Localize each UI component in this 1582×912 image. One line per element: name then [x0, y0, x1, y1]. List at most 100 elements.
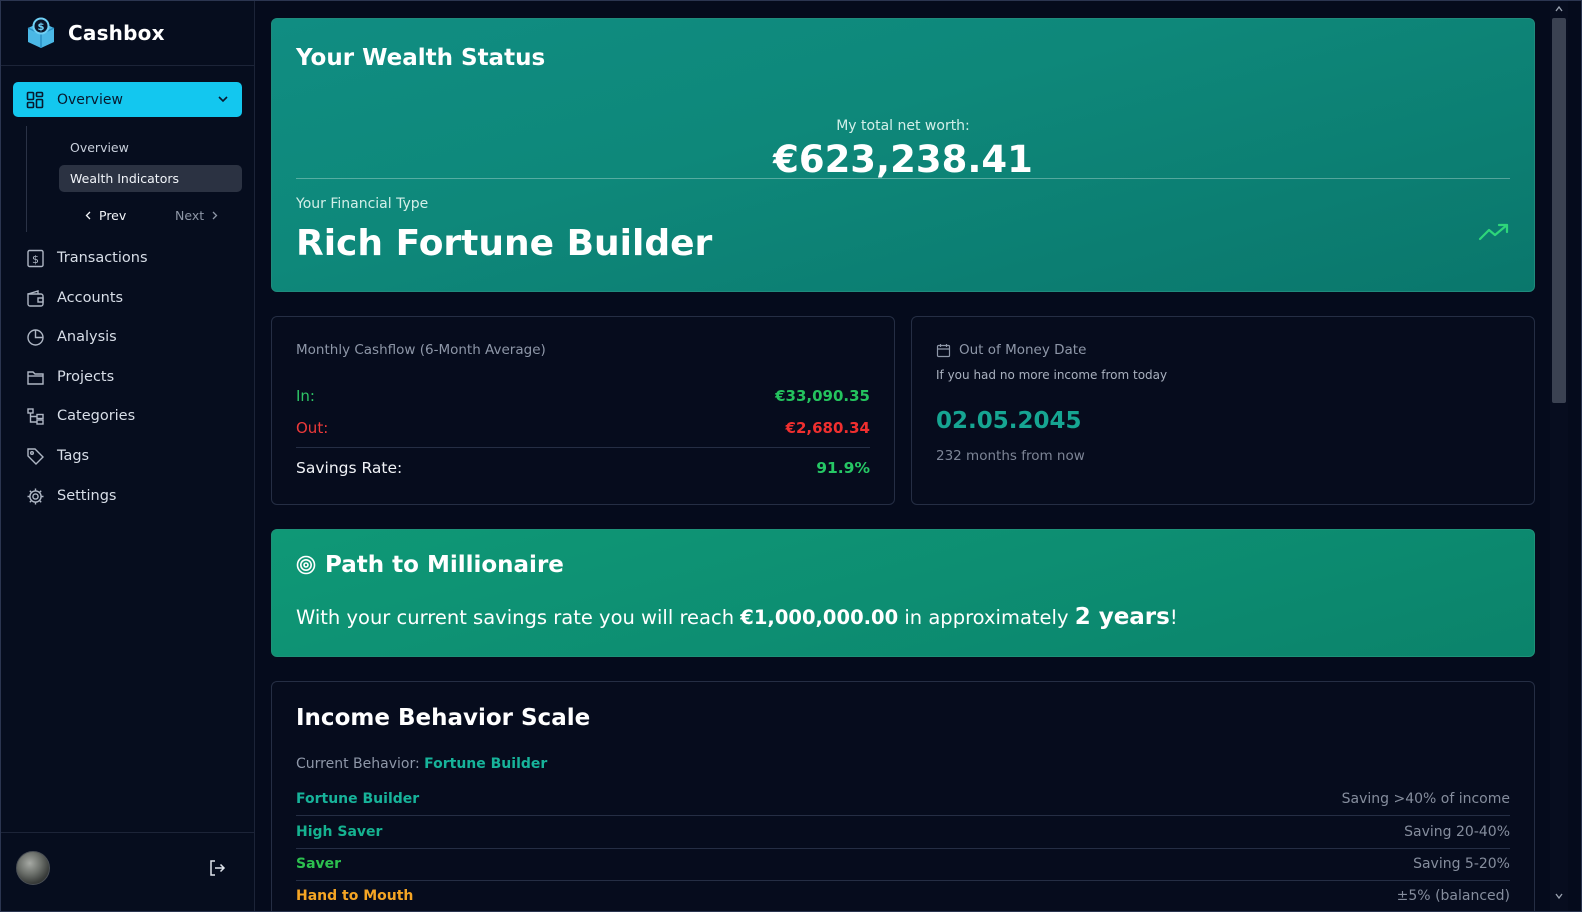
vertical-scrollbar[interactable] [1550, 0, 1568, 912]
scale-row-desc: Saving >40% of income [1341, 791, 1510, 807]
current-behavior: Current Behavior: Fortune Builder [296, 756, 547, 772]
net-worth-value: €623,238.41 [773, 138, 1033, 181]
scale-row-desc: Saving 20-40% [1404, 824, 1510, 840]
nav-item-label: Settings [57, 488, 117, 504]
main-content: Your Wealth Status My total net worth: €… [255, 0, 1550, 912]
subnav-item-overview[interactable]: Overview [59, 134, 242, 161]
dollar-receipt-icon: $ [27, 249, 44, 267]
nav-projects[interactable]: Projects [13, 359, 242, 395]
nav-accounts[interactable]: Accounts [13, 280, 242, 316]
savings-rate-row: Savings Rate: 91.9% [296, 459, 870, 477]
wealth-status-card: Your Wealth Status My total net worth: €… [271, 18, 1535, 292]
cashflow-out-label: Out: [296, 419, 329, 437]
scrollbar-thumb[interactable] [1552, 18, 1566, 403]
scale-row: Fortune Builder Saving >40% of income [296, 783, 1510, 816]
savings-rate-label: Savings Rate: [296, 459, 403, 477]
svg-text:$: $ [38, 22, 45, 33]
nav-analysis[interactable]: Analysis [13, 319, 242, 355]
dashboard-icon [26, 91, 44, 108]
wallet-icon [27, 289, 44, 307]
nav-item-label: Transactions [57, 250, 148, 266]
scale-row-name: High Saver [296, 824, 383, 840]
prev-label: Prev [99, 207, 127, 223]
nav-item-label: Categories [57, 408, 136, 424]
nav-categories[interactable]: Categories [13, 398, 242, 434]
subnav-item-label: Overview [70, 140, 129, 155]
cashflow-out-value: €2,680.34 [785, 419, 870, 437]
scroll-up-icon[interactable] [1554, 4, 1564, 14]
scale-row: Hand to Mouth ±5% (balanced) [296, 880, 1510, 912]
nav-settings[interactable]: Settings [13, 478, 242, 514]
subnav-item-wealth-indicators[interactable]: Wealth Indicators [59, 165, 242, 192]
subnav-item-label: Wealth Indicators [70, 171, 179, 186]
nav-transactions[interactable]: $ Transactions [13, 240, 242, 276]
chevron-right-icon [212, 211, 218, 219]
out-of-money-date: 02.05.2045 [936, 408, 1082, 434]
next-button[interactable]: Next [175, 205, 219, 225]
path-text-after: ! [1169, 606, 1178, 629]
out-of-money-title: Out of Money Date [959, 342, 1087, 358]
nav-overview-label: Overview [57, 91, 123, 108]
nav-item-label: Tags [57, 448, 90, 464]
next-label: Next [175, 207, 205, 223]
monthly-cashflow-card: Monthly Cashflow (6-Month Average) In: €… [271, 316, 895, 505]
brand[interactable]: $ Cashbox [0, 0, 254, 66]
cashflow-out-row: Out: €2,680.34 [296, 419, 870, 437]
path-amount: €1,000,000.00 [740, 606, 899, 629]
financial-type-value: Rich Fortune Builder [296, 223, 713, 264]
nav-item-label: Projects [57, 369, 115, 385]
net-worth-label: My total net worth: [836, 118, 970, 134]
path-text-mid: in approximately [898, 606, 1075, 629]
financial-type-label: Your Financial Type [296, 196, 429, 212]
cashflow-in-row: In: €33,090.35 [296, 387, 870, 405]
current-behavior-value: Fortune Builder [424, 756, 548, 772]
scale-row-name: Hand to Mouth [296, 888, 414, 904]
sidebar: $ Cashbox Overview Overview Wealth Indic… [0, 0, 255, 912]
scale-title: Income Behavior Scale [296, 705, 591, 731]
calendar-icon [936, 343, 951, 357]
svg-text:$: $ [32, 253, 39, 266]
chevron-left-icon [85, 211, 91, 219]
cashflow-in-value: €33,090.35 [775, 387, 870, 405]
divider [296, 447, 870, 448]
path-to-millionaire-card: Path to Millionaire With your current sa… [271, 529, 1535, 657]
out-of-money-subtitle: If you had no more income from today [936, 368, 1168, 382]
gear-icon [27, 488, 44, 504]
cashflow-in-label: In: [296, 387, 315, 405]
folder-icon [27, 370, 44, 385]
out-of-money-card: Out of Money Date If you had no more inc… [911, 316, 1535, 505]
path-years: 2 years [1074, 604, 1170, 630]
nav-item-label: Accounts [57, 290, 124, 306]
pie-chart-icon [27, 328, 44, 346]
path-text-before: With your current savings rate you will … [296, 606, 741, 629]
income-behavior-scale-card: Income Behavior Scale Current Behavior: … [271, 681, 1535, 912]
out-of-money-months: 232 months from now [936, 448, 1085, 464]
cashbox-logo-icon: $ [27, 17, 55, 48]
nav-item-label: Analysis [57, 329, 117, 345]
scale-row-desc: ±5% (balanced) [1396, 888, 1510, 904]
path-title: Path to Millionaire [325, 552, 564, 578]
target-icon [296, 555, 316, 575]
path-description: With your current savings rate you will … [296, 604, 1178, 630]
window-edge [1568, 0, 1582, 912]
logout-icon[interactable] [208, 859, 226, 877]
nav-tags[interactable]: Tags [13, 438, 242, 474]
trending-up-icon [1478, 223, 1509, 241]
scale-row: Saver Saving 5-20% [296, 848, 1510, 881]
nav-overview[interactable]: Overview [13, 82, 242, 117]
savings-rate-value: 91.9% [816, 459, 870, 477]
sidebar-footer [0, 832, 255, 912]
scroll-down-icon[interactable] [1554, 891, 1564, 901]
path-title-row: Path to Millionaire [296, 552, 564, 578]
wealth-status-title: Your Wealth Status [296, 45, 546, 71]
avatar[interactable] [16, 851, 50, 885]
current-behavior-label: Current Behavior: [296, 756, 425, 772]
app-name: Cashbox [68, 20, 165, 45]
prev-button[interactable]: Prev [84, 205, 126, 225]
cashflow-title: Monthly Cashflow (6-Month Average) [296, 342, 546, 358]
chevron-down-icon [218, 96, 228, 103]
scale-row-name: Fortune Builder [296, 791, 420, 807]
scale-row-desc: Saving 5-20% [1413, 856, 1510, 872]
scale-row: High Saver Saving 20-40% [296, 816, 1510, 849]
out-of-money-title-row: Out of Money Date [936, 342, 1086, 358]
